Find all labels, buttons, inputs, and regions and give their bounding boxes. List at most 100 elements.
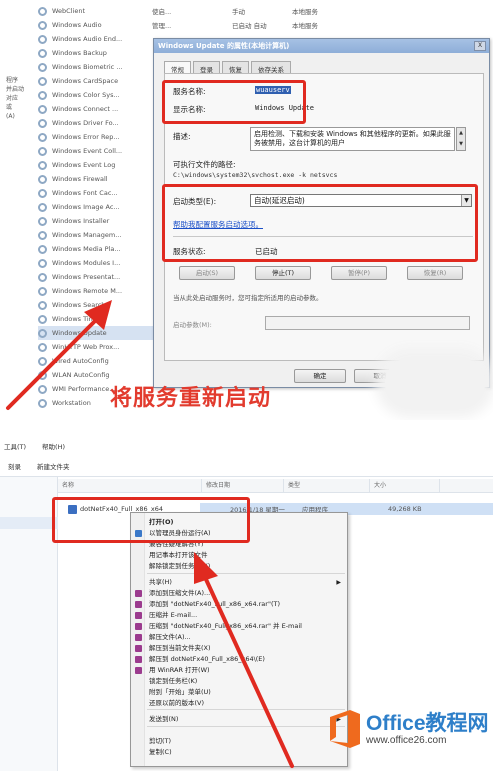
service-name: Windows Backup <box>52 49 107 57</box>
service-name: WebClient <box>52 7 85 15</box>
service-list-item[interactable]: Windows Connect ... <box>38 102 156 116</box>
pause-button[interactable]: 暂停(P) <box>331 266 387 280</box>
service-list-item[interactable]: Windows Search <box>38 298 156 312</box>
service-list-item[interactable]: WebClient <box>38 4 156 18</box>
scroll-down-icon[interactable]: ▼ <box>457 139 465 150</box>
gear-icon <box>38 314 47 324</box>
context-menu-item[interactable]: 发送到(N) ▶ <box>131 714 347 725</box>
context-menu-item[interactable]: 剪切(T) <box>131 736 347 747</box>
context-menu-item[interactable]: 还原以前的版本(V) <box>131 698 347 709</box>
service-row-audio-details: 管理... 已启动 自动 本地服务 <box>152 22 318 30</box>
context-menu-label: 共享(H) <box>149 578 172 586</box>
description-box[interactable]: 启用检测、下载和安装 Windows 和其他程序的更新。如果此服务被禁用，这台计… <box>250 127 455 151</box>
service-name: Windows Remote M... <box>52 287 123 295</box>
highlight-service-name-box <box>162 80 306 124</box>
service-list-item[interactable]: Windows Driver Fo... <box>38 116 156 130</box>
service-list: WebClient Windows Audio Windows Audio End.… <box>38 4 156 410</box>
col-type[interactable]: 类型 <box>284 479 370 492</box>
service-list-item[interactable]: Windows Audio <box>38 18 156 32</box>
service-list-item[interactable]: Windows Update <box>38 326 156 340</box>
service-list-item[interactable]: Windows Remote M... <box>38 284 156 298</box>
service-list-item[interactable]: Windows Presentat... <box>38 270 156 284</box>
context-menu-item[interactable]: 压缩并 E-mail... <box>131 610 347 621</box>
gear-icon <box>38 146 47 156</box>
context-menu-item[interactable]: 压缩到 "dotNetFx40_Full_x86_x64.rar" 并 E-ma… <box>131 621 347 632</box>
dialog-title: Windows Update 的属性(本地计算机) <box>154 39 489 53</box>
service-list-item[interactable]: Windows Font Cac... <box>38 186 156 200</box>
context-menu-item[interactable]: 附到「开始」菜单(U) <box>131 687 347 698</box>
service-list-item[interactable]: Wired AutoConfig <box>38 354 156 368</box>
stop-button[interactable]: 停止(T) <box>255 266 311 280</box>
gear-icon <box>38 258 47 268</box>
gear-icon <box>38 202 47 212</box>
menu-tools[interactable]: 工具(T) <box>4 441 26 451</box>
context-menu-item[interactable]: 用记事本打开该文件 <box>131 550 347 561</box>
service-name: Windows CardSpace <box>52 77 119 85</box>
service-name: WinHTTP Web Prox... <box>52 343 120 351</box>
context-menu-item[interactable]: 添加到压缩文件(A)... <box>131 588 347 599</box>
service-name: Windows Firewall <box>52 175 108 183</box>
scroll-up-icon[interactable]: ▲ <box>457 128 465 139</box>
context-menu-item[interactable]: 用 WinRAR 打开(W) <box>131 665 347 676</box>
menu-separator <box>147 573 345 574</box>
resume-button[interactable]: 恢复(R) <box>407 266 463 280</box>
col-size[interactable]: 大小 <box>370 479 440 492</box>
service-list-item[interactable]: Windows Biometric ... <box>38 60 156 74</box>
service-list-item[interactable]: Windows Firewall <box>38 172 156 186</box>
watermark-url: www.office26.com <box>366 734 447 746</box>
service-list-item[interactable]: Windows Audio End... <box>38 32 156 46</box>
col-name[interactable]: 名称 <box>58 479 202 492</box>
side-labels: 程序 并启动 对应 或 (A) <box>6 76 28 121</box>
service-name: Windows Event Log <box>52 161 116 169</box>
context-menu-item[interactable]: 解压到 dotNetFx40_Full_x86_x64\(E) <box>131 654 347 665</box>
context-menu-label: 用 WinRAR 打开(W) <box>149 666 210 674</box>
service-name: Windows Media Pla... <box>52 245 121 253</box>
close-button[interactable]: X <box>474 41 486 51</box>
col-date[interactable]: 修改日期 <box>202 479 284 492</box>
submenu-arrow-icon: ▶ <box>336 579 341 586</box>
service-list-item[interactable]: Windows Image Ac... <box>38 200 156 214</box>
archive-icon <box>135 612 142 619</box>
gear-icon <box>38 188 47 198</box>
new-folder-button[interactable]: 新建文件夹 <box>37 461 70 471</box>
service-list-item[interactable]: Windows CardSpace <box>38 74 156 88</box>
service-list-item[interactable]: Windows Event Log <box>38 158 156 172</box>
burn-button[interactable]: 刻录 <box>8 461 21 471</box>
service-list-item[interactable]: Windows Modules I... <box>38 256 156 270</box>
start-button[interactable]: 启动(S) <box>179 266 235 280</box>
service-list-item[interactable]: Windows Managem... <box>38 228 156 242</box>
gear-icon <box>38 90 47 100</box>
archive-icon <box>135 667 142 674</box>
start-params-hint: 当从此处启动服务时，您可指定所适用的启动参数。 <box>173 294 323 302</box>
services-screenshot: 程序 并启动 对应 或 (A) WebClient Windows Audio Wi… <box>0 0 493 420</box>
context-menu-item[interactable]: 解压到当前文件夹(X) <box>131 643 347 654</box>
ok-button[interactable]: 确定 <box>294 369 346 383</box>
service-name: Windows Error Rep... <box>52 133 120 141</box>
nav-selected-item[interactable] <box>0 517 58 529</box>
service-name: WLAN AutoConfig <box>52 371 110 379</box>
menu-help[interactable]: 帮助(H) <box>42 441 65 451</box>
gear-icon <box>38 174 47 184</box>
office-logo-shape <box>330 710 360 748</box>
description-scrollbar[interactable]: ▲ ▼ <box>456 127 466 151</box>
service-list-item[interactable]: Windows Backup <box>38 46 156 60</box>
gear-icon <box>38 370 47 380</box>
context-menu-item[interactable]: 添加到 "dotNetFx40_Full_x86_x64.rar"(T) <box>131 599 347 610</box>
highlight-run-as-admin-box <box>52 497 250 543</box>
context-menu-item[interactable]: 共享(H) ▶ <box>131 577 347 588</box>
service-list-item[interactable]: Windows Media Pla... <box>38 242 156 256</box>
service-list-item[interactable]: WinHTTP Web Prox... <box>38 340 156 354</box>
service-list-item[interactable]: Windows Color Sys... <box>38 88 156 102</box>
service-list-item[interactable]: Windows Time <box>38 312 156 326</box>
start-params-input[interactable] <box>265 316 470 330</box>
description-label: 描述: <box>173 132 191 141</box>
service-list-item[interactable]: Windows Error Rep... <box>38 130 156 144</box>
service-list-item[interactable]: Windows Installer <box>38 214 156 228</box>
context-menu-item[interactable]: 锁定到任务栏(K) <box>131 676 347 687</box>
context-menu-item[interactable]: 复制(C) <box>131 747 347 758</box>
context-menu-label: 用记事本打开该文件 <box>149 551 208 559</box>
context-menu-item[interactable]: 解压文件(A)... <box>131 632 347 643</box>
service-list-item[interactable]: Windows Event Coll... <box>38 144 156 158</box>
service-name: Windows Update <box>52 329 107 337</box>
context-menu-item[interactable]: 解除锁定到任务栏(K) <box>131 561 347 572</box>
